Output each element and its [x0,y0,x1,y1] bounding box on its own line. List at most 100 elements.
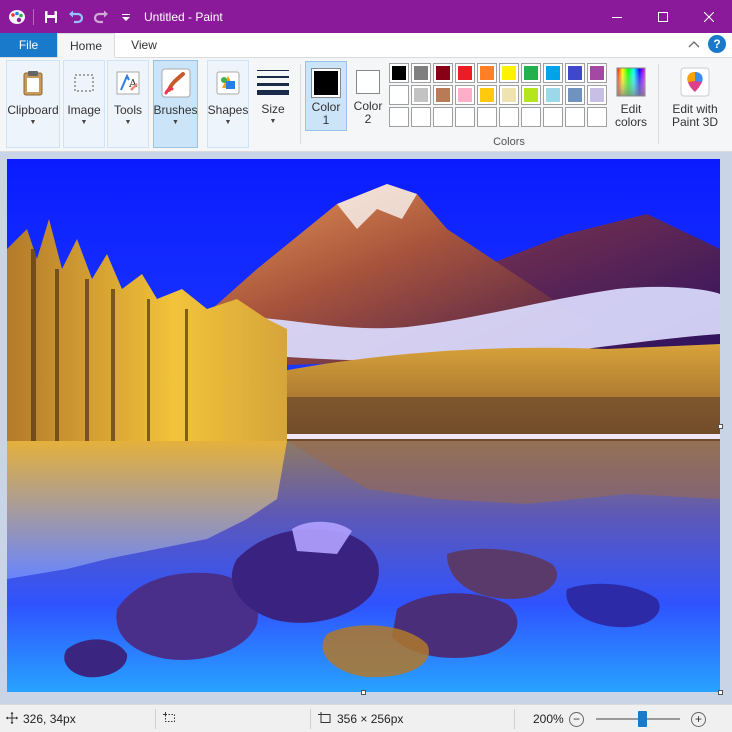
brushes-label: Brushes [153,103,198,117]
help-icon[interactable]: ? [708,35,726,53]
tab-view[interactable]: View [115,33,173,57]
rainbow-palette-icon [614,65,648,99]
color1-swatch [311,68,341,98]
palette-swatch[interactable] [455,63,475,83]
size-button[interactable]: Size ▼ [252,60,294,148]
resize-handle-bottom[interactable] [361,690,366,695]
color2-selector[interactable]: Color 2 [347,61,389,131]
palette-swatch-fill [414,88,428,102]
palette-swatch[interactable] [521,85,541,105]
shapes-label: Shapes [207,103,249,117]
edit-with-paint3d-button[interactable]: Edit with Paint 3D [662,60,728,148]
quick-access-toolbar [0,0,140,33]
edit-colors-button[interactable]: Edit colors [610,60,652,148]
chevron-down-icon: ▼ [124,119,132,126]
palette-swatch[interactable] [543,107,563,127]
palette-swatch-fill [414,110,428,124]
palette-swatch[interactable] [565,107,585,127]
zoom-out-button[interactable]: − [569,711,584,727]
palette-swatch[interactable] [411,63,431,83]
chevron-down-icon: ▼ [80,119,88,126]
palette-swatch-fill [392,88,406,102]
palette-swatch[interactable] [433,63,453,83]
palette-swatch-fill [568,110,582,124]
palette-swatch[interactable] [477,85,497,105]
palette-swatch[interactable] [543,63,563,83]
color1-selector[interactable]: Color 1 [305,61,347,131]
palette-swatch[interactable] [587,85,607,105]
palette-swatch[interactable] [499,85,519,105]
shapes-button[interactable]: Shapes ▼ [207,60,249,148]
tab-home[interactable]: Home [57,33,115,58]
palette-swatch[interactable] [587,63,607,83]
collapse-ribbon-icon[interactable] [688,37,700,51]
palette-swatch[interactable] [389,85,409,105]
close-button[interactable] [686,0,732,33]
customize-dropdown-icon[interactable] [115,6,137,28]
palette-swatch[interactable] [411,85,431,105]
palette-swatch-fill [502,66,516,80]
maximize-button[interactable] [640,0,686,33]
undo-icon[interactable] [65,6,87,28]
drawing-canvas[interactable] [7,159,720,692]
color2-swatch [356,70,380,94]
ribbon-tabs: File Home View ? [0,33,732,58]
color-palette [389,63,629,127]
palette-swatch[interactable] [455,85,475,105]
tools-button[interactable]: A Tools ▼ [107,60,149,148]
colors-group-label: Colors [493,136,525,148]
ribbon: Clipboard ▼ Image ▼ A Tools ▼ Brushes ▼ … [0,58,732,152]
palette-swatch[interactable] [411,107,431,127]
palette-swatch[interactable] [433,85,453,105]
palette-swatch[interactable] [433,107,453,127]
palette-swatch[interactable] [477,107,497,127]
palette-swatch[interactable] [565,85,585,105]
image-button[interactable]: Image ▼ [63,60,105,148]
palette-swatch[interactable] [543,85,563,105]
zoom-slider-thumb[interactable] [638,711,647,727]
window-title: Untitled - Paint [144,9,223,24]
save-icon[interactable] [40,6,62,28]
clipboard-button[interactable]: Clipboard ▼ [6,60,60,148]
resize-handle-right[interactable] [718,424,723,429]
minimize-button[interactable] [594,0,640,33]
zoom-in-container: + [691,705,706,732]
palette-swatch[interactable] [477,63,497,83]
color1-label: Color 1 [311,100,341,127]
palette-swatch-fill [458,88,472,102]
zoom-in-button[interactable]: + [691,711,706,727]
brushes-button[interactable]: Brushes ▼ [153,60,198,148]
palette-swatch[interactable] [499,63,519,83]
canvas-workspace[interactable] [0,152,732,704]
palette-swatch-fill [436,66,450,80]
palette-swatch-fill [524,110,538,124]
redo-icon[interactable] [90,6,112,28]
palette-swatch-fill [590,66,604,80]
palette-swatch-fill [458,66,472,80]
tools-label: Tools [113,103,142,117]
palette-swatch-fill [502,110,516,124]
palette-swatch[interactable] [389,107,409,127]
edit-with-paint3d-label: Edit with Paint 3D [671,102,719,129]
status-bar: 326, 34px 356 × 256px 200% − + [0,704,732,732]
palette-swatch[interactable] [521,107,541,127]
brush-icon [159,66,193,100]
palette-swatch[interactable] [499,107,519,127]
palette-swatch[interactable] [565,63,585,83]
palette-swatch-fill [546,66,560,80]
ribbon-separator [658,64,659,144]
palette-swatch[interactable] [587,107,607,127]
palette-swatch-fill [546,110,560,124]
clipboard-label: Clipboard [7,103,59,117]
status-separator [155,709,156,729]
chevron-down-icon: ▼ [224,119,232,126]
ribbon-tab-extras: ? [688,35,726,53]
palette-swatch[interactable] [389,63,409,83]
paint-app-icon[interactable] [6,6,28,28]
palette-swatch[interactable] [455,107,475,127]
palette-swatch[interactable] [521,63,541,83]
color2-fill [357,71,379,93]
canvas-image [7,159,720,692]
resize-handle-corner[interactable] [718,690,723,695]
tab-file[interactable]: File [0,33,57,57]
